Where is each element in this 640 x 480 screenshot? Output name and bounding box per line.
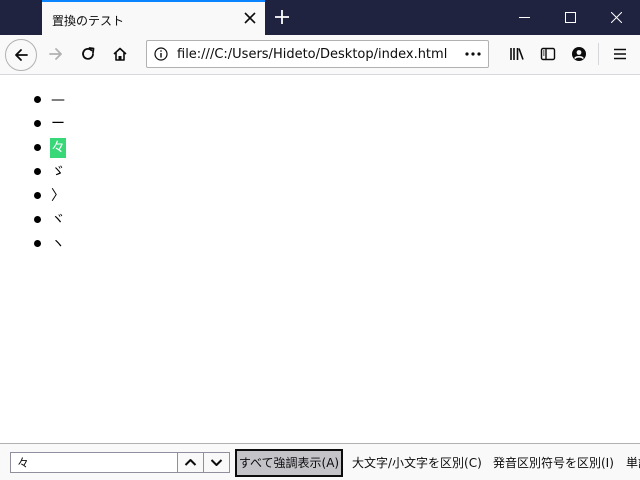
list-item: 〉 [34, 184, 66, 208]
navigation-toolbar: file:///C:/Users/Hideto/Desktop/index.ht… [0, 35, 640, 75]
close-icon [611, 12, 622, 23]
list-item: ヽ [34, 232, 66, 256]
url-text[interactable]: file:///C:/Users/Hideto/Desktop/index.ht… [177, 47, 447, 62]
account-button[interactable] [564, 39, 594, 69]
reload-icon [82, 47, 95, 60]
arrow-left-icon [15, 49, 28, 61]
match-diacritics-option[interactable]: 発音区別符号を区別(I) [493, 454, 614, 471]
sidebar-button[interactable] [533, 39, 563, 69]
window-maximize-button[interactable] [548, 0, 594, 35]
list-item-text: ー [51, 116, 65, 132]
library-icon [510, 48, 524, 60]
bullet-icon [34, 240, 41, 247]
new-tab-plus-icon[interactable] [274, 9, 290, 25]
title-bar: 置換のテスト [0, 0, 640, 35]
list-item: ヾ [34, 208, 66, 232]
bullet-icon [34, 216, 41, 223]
sidebar-icon [540, 47, 556, 61]
close-icon[interactable] [243, 11, 257, 25]
page-content: — ー 々 ゞ 〉 ヾ ヽ [0, 75, 640, 443]
list-item-text: ヾ [51, 212, 65, 228]
list-item-text: 〉 [51, 188, 65, 204]
chevron-up-icon [184, 459, 197, 466]
tab-title: 置換のテスト [52, 14, 125, 28]
back-button[interactable] [5, 39, 37, 71]
forward-button[interactable] [41, 39, 71, 69]
list-item: — [34, 88, 66, 112]
chevron-down-icon [210, 459, 223, 466]
hamburger-icon [614, 48, 626, 60]
bullet-icon [34, 120, 41, 127]
list-item: 々 [34, 136, 66, 160]
highlight-all-button[interactable]: すべて強調表示(A) [235, 449, 343, 477]
info-icon[interactable] [154, 47, 168, 61]
bullet-icon [34, 144, 41, 151]
find-input[interactable] [10, 452, 178, 473]
window-close-button[interactable] [594, 0, 640, 35]
bullet-icon [34, 168, 41, 175]
menu-button[interactable] [605, 39, 635, 69]
list-item-text: — [51, 92, 65, 108]
bullet-icon [34, 96, 41, 103]
arrow-right-icon [49, 48, 62, 60]
home-icon [113, 47, 127, 61]
list-item: ゞ [34, 160, 66, 184]
list-item-text: ゞ [51, 164, 65, 180]
bullet-list: — ー 々 ゞ 〉 ヾ ヽ [34, 88, 66, 256]
url-bar[interactable]: file:///C:/Users/Hideto/Desktop/index.ht… [146, 40, 489, 68]
bullet-icon [34, 192, 41, 199]
whole-words-option[interactable]: 単語 [626, 454, 640, 471]
more-actions-icon[interactable] [464, 47, 482, 61]
find-previous-button[interactable] [177, 452, 204, 473]
home-button[interactable] [105, 39, 135, 69]
window-minimize-button[interactable] [502, 0, 548, 35]
maximize-icon [565, 12, 576, 23]
account-icon [572, 47, 586, 61]
tab-active[interactable]: 置換のテスト [42, 0, 265, 35]
reload-button[interactable] [73, 39, 103, 69]
library-button[interactable] [502, 39, 532, 69]
find-bar: すべて強調表示(A) 大文字/小文字を区別(C) 発音区別符号を区別(I) 単語 [0, 443, 640, 480]
toolbar-separator [598, 43, 599, 65]
list-item: ー [34, 112, 66, 136]
minimize-icon [519, 17, 530, 18]
list-item-text-highlighted: 々 [50, 138, 66, 158]
match-case-option[interactable]: 大文字/小文字を区別(C) [352, 454, 482, 471]
list-item-text: ヽ [51, 236, 65, 252]
find-next-button[interactable] [203, 452, 230, 473]
